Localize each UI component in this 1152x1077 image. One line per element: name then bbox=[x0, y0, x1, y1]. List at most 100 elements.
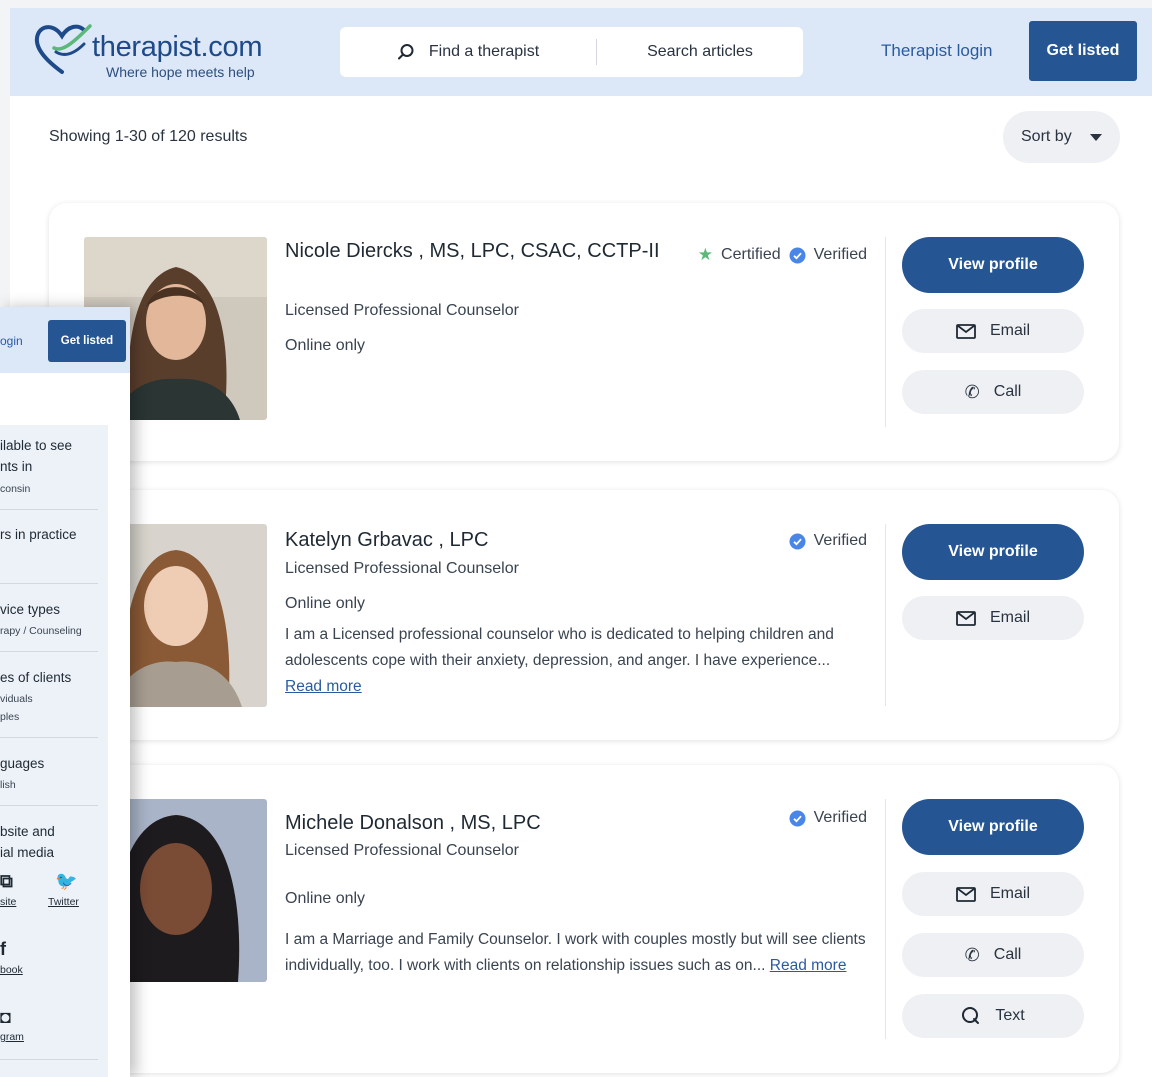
top-navigation-bar: therapist.com Where hope meets help Find… bbox=[10, 8, 1152, 96]
verified-label: Verified bbox=[813, 809, 867, 826]
therapist-bio: I am a Licensed professional counselor w… bbox=[285, 622, 870, 700]
call-label: Call bbox=[993, 383, 1022, 400]
availability-text: Online only bbox=[285, 890, 366, 907]
find-therapist-label: Find a therapist bbox=[428, 43, 540, 60]
envelope-icon bbox=[956, 323, 976, 339]
website-link[interactable]: site bbox=[0, 896, 16, 908]
therapist-name[interactable]: Michele Donalson , MS, LPC bbox=[285, 809, 541, 838]
read-more-link[interactable]: Read more bbox=[285, 678, 362, 695]
email-label: Email bbox=[989, 322, 1030, 339]
therapist-name[interactable]: Nicole Diercks , MS, LPC, CSAC, CCTP-II bbox=[285, 237, 665, 266]
facebook-icon: f bbox=[0, 939, 6, 959]
instagram-icon: ◘ bbox=[0, 1007, 11, 1027]
divider bbox=[0, 1059, 98, 1060]
instagram-link[interactable]: gram bbox=[0, 1031, 24, 1043]
find-therapist-search[interactable]: Find a therapist bbox=[340, 27, 596, 77]
certified-label: Certified bbox=[721, 246, 781, 263]
therapist-title: Licensed Professional Counselor bbox=[285, 302, 519, 319]
phone-icon: ✆ bbox=[964, 944, 980, 965]
verified-check-icon bbox=[789, 533, 806, 549]
facebook-link[interactable]: book bbox=[0, 964, 23, 976]
certified-badge: ★ Certified bbox=[698, 245, 781, 265]
main-page: therapist.com Where hope meets help Find… bbox=[10, 8, 1152, 1077]
available-heading-2: nts in bbox=[0, 459, 33, 474]
logo-heart-icon bbox=[34, 24, 92, 74]
email-button[interactable]: Email bbox=[902, 872, 1084, 916]
divider bbox=[0, 651, 98, 652]
therapist-card: Nicole Diercks , MS, LPC, CSAC, CCTP-II … bbox=[49, 203, 1119, 461]
therapist-bio: I am a Marriage and Family Counselor. I … bbox=[285, 927, 870, 979]
availability-text: Online only bbox=[285, 337, 366, 354]
verified-check-icon bbox=[789, 247, 806, 263]
therapist-title: Licensed Professional Counselor bbox=[285, 842, 519, 859]
overlay-header: ogin Get listed bbox=[0, 307, 130, 373]
availability-text: Online only bbox=[285, 595, 366, 612]
view-profile-button[interactable]: View profile bbox=[902, 799, 1084, 855]
years-heading: rs in practice bbox=[0, 527, 77, 542]
logo-tagline: Where hope meets help bbox=[106, 64, 255, 80]
website-heading: bsite and bbox=[0, 824, 55, 839]
search-articles-button[interactable]: Search articles bbox=[597, 27, 803, 77]
card-divider bbox=[885, 799, 886, 1039]
caret-down-icon bbox=[1089, 133, 1102, 141]
card-divider bbox=[885, 524, 886, 706]
results-summary: Showing 1-30 of 120 results bbox=[49, 128, 248, 145]
email-label: Email bbox=[989, 885, 1030, 902]
clients-value: viduals bbox=[0, 693, 33, 705]
badges: Verified bbox=[789, 532, 867, 550]
email-button[interactable]: Email bbox=[902, 309, 1084, 353]
view-profile-button[interactable]: View profile bbox=[902, 237, 1084, 293]
text-label: Text bbox=[995, 1007, 1025, 1024]
clients-heading: es of clients bbox=[0, 670, 72, 685]
overlay-get-listed-button[interactable]: Get listed bbox=[48, 320, 126, 362]
available-value: consin bbox=[0, 483, 31, 495]
logo-wordmark: therapist.com bbox=[92, 31, 263, 63]
overlay-details-panel: ilable to see nts in consin rs in practi… bbox=[0, 425, 108, 1077]
divider bbox=[0, 583, 98, 584]
sort-by-label: Sort by bbox=[1021, 128, 1072, 145]
read-more-link[interactable]: Read more bbox=[770, 957, 847, 974]
divider bbox=[0, 509, 98, 510]
therapist-name[interactable]: Katelyn Grbavac , LPC bbox=[285, 526, 488, 555]
therapist-card: Michele Donalson , MS, LPC Licensed Prof… bbox=[49, 765, 1119, 1073]
available-heading: ilable to see bbox=[0, 438, 73, 453]
chat-bubble-icon bbox=[962, 1007, 980, 1024]
view-profile-button[interactable]: View profile bbox=[902, 524, 1084, 580]
divider bbox=[0, 805, 98, 806]
verified-label: Verified bbox=[813, 532, 867, 549]
envelope-icon bbox=[956, 886, 976, 902]
star-icon: ★ bbox=[697, 245, 714, 264]
get-listed-button[interactable]: Get listed bbox=[1029, 21, 1137, 81]
call-button[interactable]: ✆ Call bbox=[902, 370, 1084, 414]
email-label: Email bbox=[989, 609, 1030, 626]
call-label: Call bbox=[993, 946, 1022, 963]
external-link-icon: ⧉ bbox=[0, 871, 13, 891]
twitter-icon: 🐦 bbox=[55, 871, 78, 891]
verified-check-icon bbox=[789, 810, 806, 826]
phone-icon: ✆ bbox=[964, 381, 980, 402]
therapist-login-link[interactable]: Therapist login bbox=[881, 41, 993, 61]
card-divider bbox=[885, 237, 886, 427]
verified-badge: Verified bbox=[789, 532, 867, 550]
divider bbox=[0, 737, 98, 738]
verified-label: Verified bbox=[813, 246, 867, 263]
bio-text: I am a Licensed professional counselor w… bbox=[285, 626, 834, 669]
website-heading-2: ial media bbox=[0, 845, 55, 860]
twitter-link[interactable]: Twitter bbox=[48, 896, 79, 908]
overlay-sidebar-panel: ogin Get listed ilable to see nts in con… bbox=[0, 307, 130, 1077]
site-logo[interactable]: therapist.com Where hope meets help bbox=[32, 20, 292, 82]
languages-heading: guages bbox=[0, 756, 45, 771]
service-heading: vice types bbox=[0, 602, 61, 617]
languages-value: lish bbox=[0, 779, 16, 791]
therapist-card: Katelyn Grbavac , LPC Licensed Professio… bbox=[49, 490, 1119, 740]
text-button[interactable]: Text bbox=[902, 994, 1084, 1038]
search-icon bbox=[397, 44, 414, 60]
verified-badge: Verified bbox=[789, 809, 867, 827]
verified-badge: Verified bbox=[789, 246, 867, 264]
sort-by-dropdown[interactable]: Sort by bbox=[1003, 111, 1120, 163]
call-button[interactable]: ✆ Call bbox=[902, 933, 1084, 977]
envelope-icon bbox=[956, 610, 976, 626]
email-button[interactable]: Email bbox=[902, 596, 1084, 640]
badges: Verified bbox=[789, 809, 867, 827]
overlay-login-link[interactable]: ogin bbox=[0, 334, 23, 348]
